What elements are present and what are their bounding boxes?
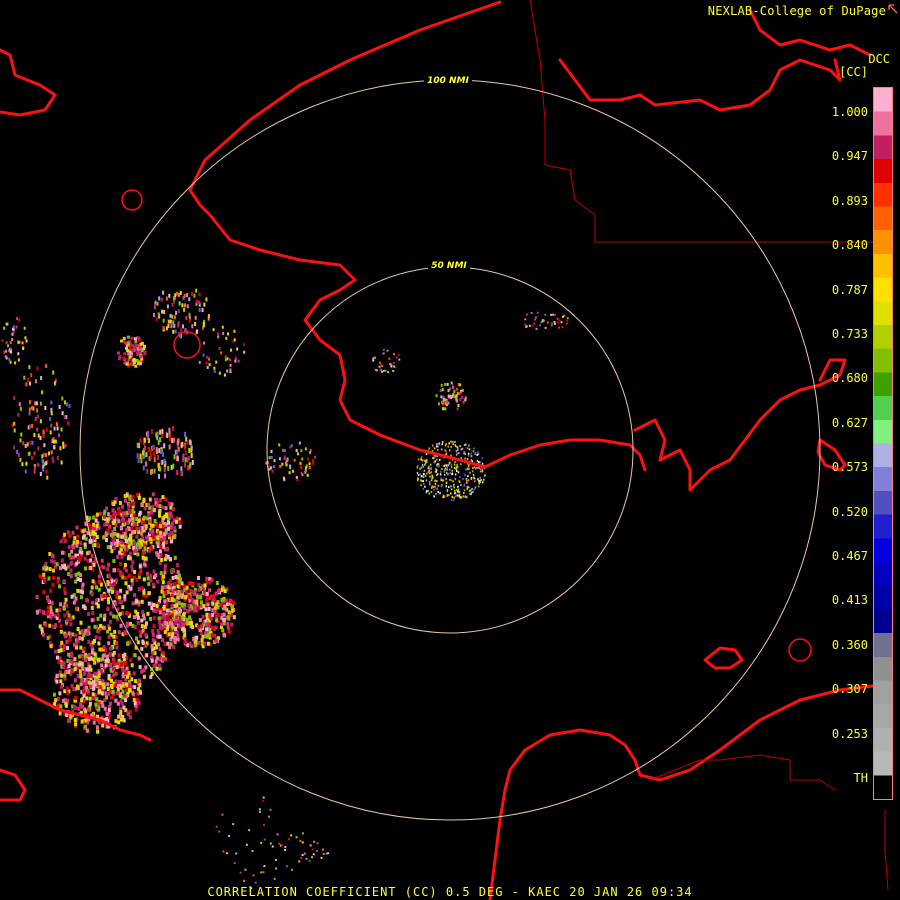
- color-scale-tick: 0.413: [831, 593, 868, 608]
- coastline-north-island: [0, 48, 57, 117]
- coastline-south-peninsula: [488, 683, 882, 900]
- lake-marker-3: [788, 638, 812, 662]
- coastline-northeast: [558, 58, 842, 112]
- color-scale-tick: 0.733: [831, 327, 868, 341]
- color-scale-tick: 0.893: [831, 193, 868, 208]
- radar-viewer: 50 NMI 100 NMI NEXLAB-College of DuPage …: [0, 0, 900, 900]
- color-scale-tick: 0.253: [831, 726, 868, 741]
- ring-label-50: 50 NMI: [431, 261, 467, 271]
- external-link-icon[interactable]: [888, 4, 898, 14]
- lake-marker-1: [121, 189, 143, 211]
- color-scale-bar: [873, 87, 893, 800]
- color-scale-tick: 1.000: [831, 105, 868, 119]
- color-scale-tick: 0.573: [831, 460, 868, 475]
- coastline-main: [188, 0, 647, 472]
- legend-title: DCC [CC]: [839, 53, 890, 79]
- product-unit: [CC]: [839, 65, 868, 79]
- state-border-east: [884, 809, 889, 891]
- color-scale-tick: 0.787: [831, 282, 868, 297]
- product-footer: CORRELATION COEFFICIENT (CC) 0.5 DEG - K…: [207, 885, 693, 899]
- color-scale-tick: 0.627: [831, 415, 868, 430]
- color-scale-tick: 0.947: [831, 149, 868, 164]
- state-border-north: [529, 0, 881, 243]
- credit-text: NEXLAB-College of DuPage: [707, 4, 886, 18]
- color-scale-tick: 0.520: [831, 504, 868, 519]
- color-scale-tick: 0.840: [831, 238, 868, 253]
- coastline-southwest-2: [0, 768, 27, 802]
- color-scale-tick: 0.680: [831, 371, 868, 386]
- ring-label-100: 100 NMI: [427, 76, 469, 86]
- color-scale-tick: 0.467: [831, 549, 868, 563]
- radar-map: 50 NMI 100 NMI: [0, 0, 889, 900]
- color-scale-tick: TH: [853, 771, 868, 785]
- state-border-south: [649, 754, 836, 791]
- color-scale-tick: 0.307: [831, 682, 868, 697]
- lake-marker-2: [173, 331, 201, 359]
- coastline-south-east: [703, 646, 744, 670]
- color-scale-tick: 0.360: [831, 637, 868, 652]
